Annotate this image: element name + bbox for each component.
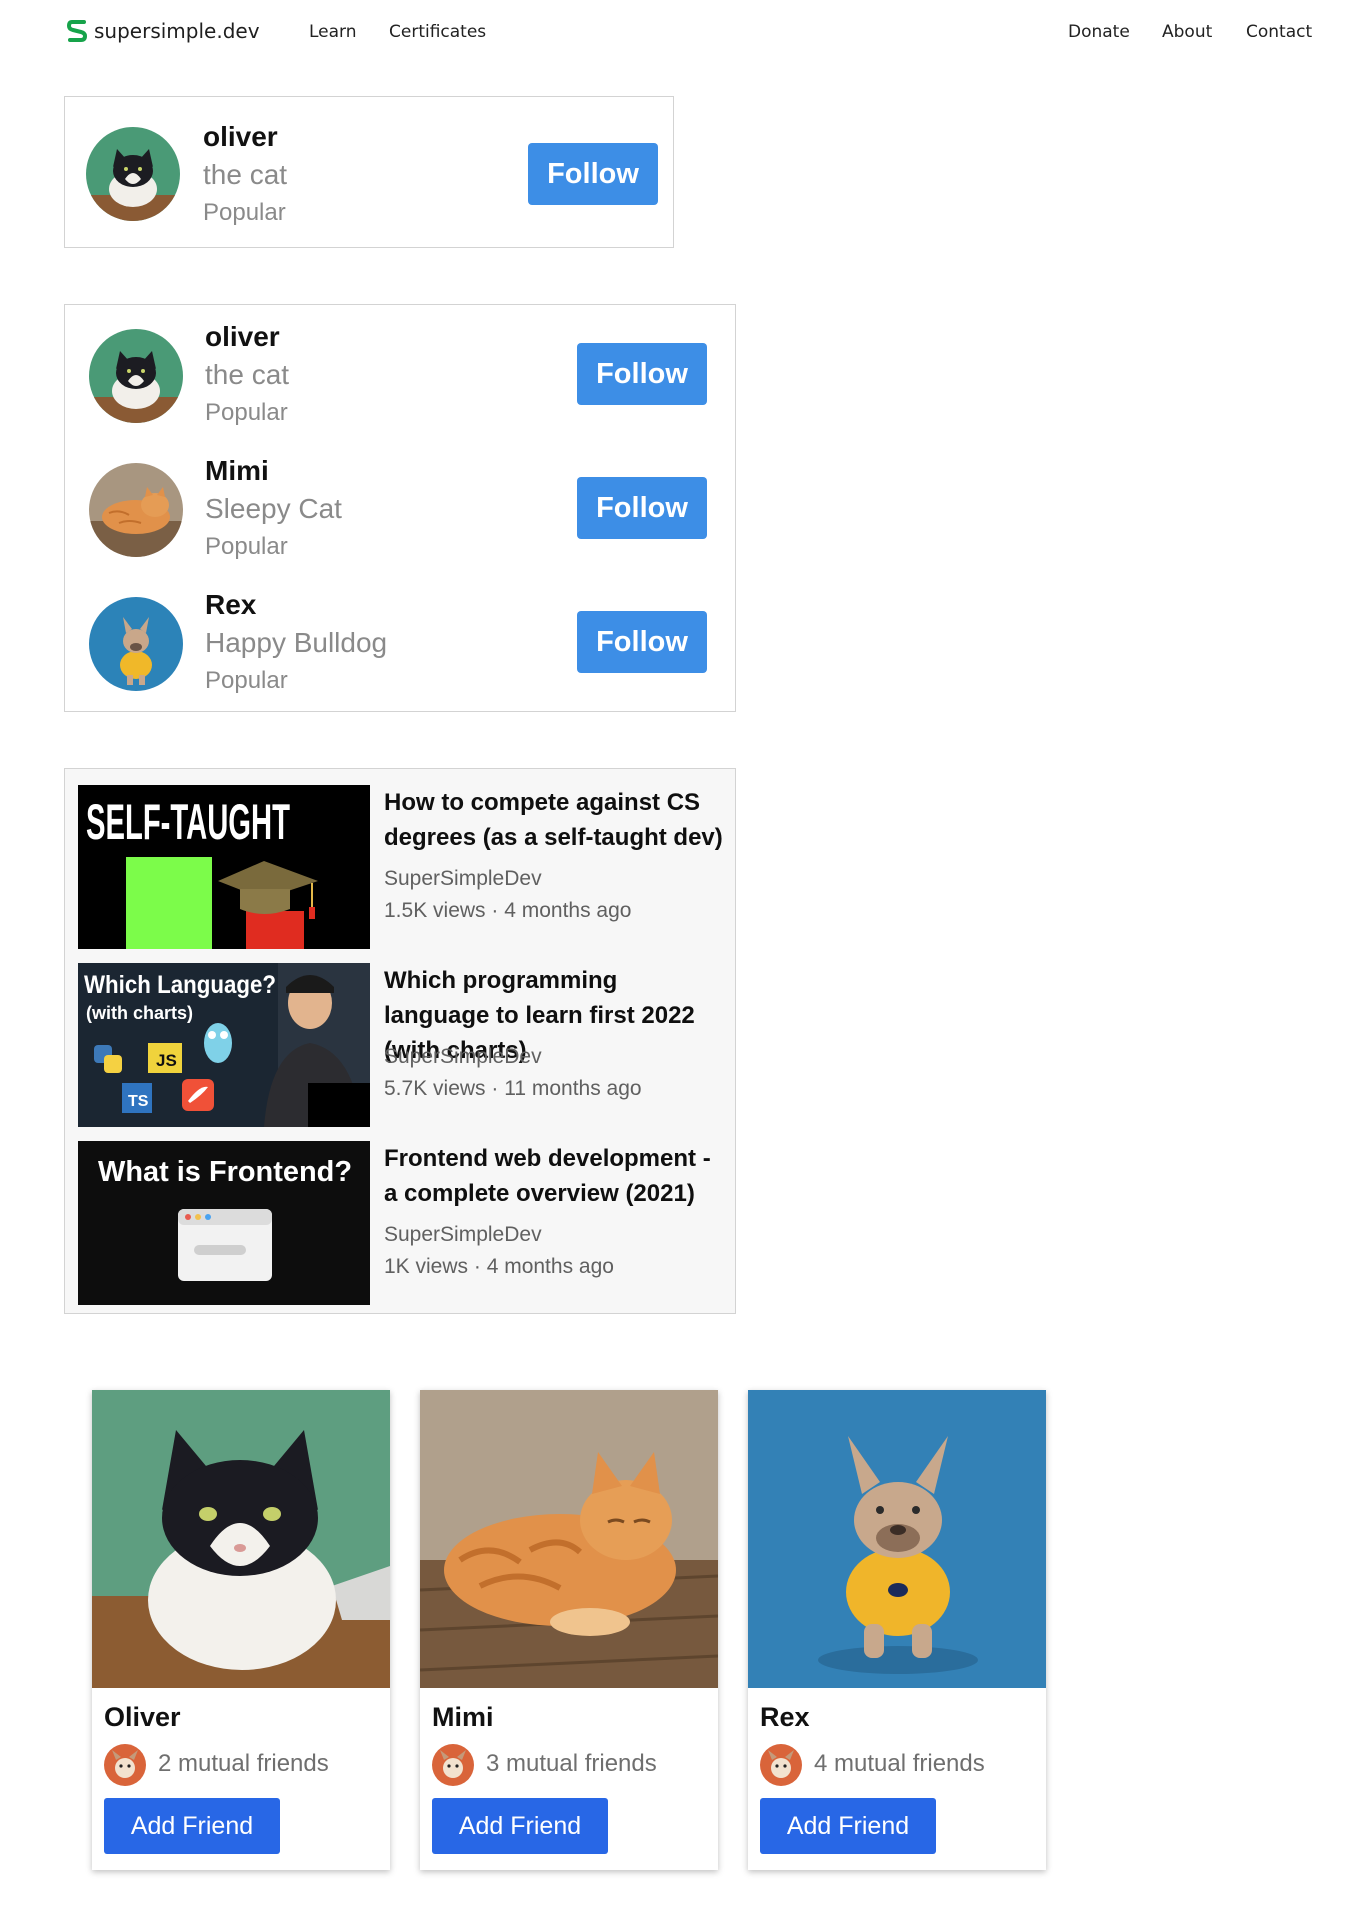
video-title[interactable]: Frontend web development - a complete ov… xyxy=(384,1141,728,1211)
add-friend-button[interactable]: Add Friend xyxy=(104,1798,280,1854)
video-channel[interactable]: SuperSimpleDev xyxy=(384,867,542,891)
nav-link-certificates[interactable]: Certificates xyxy=(389,22,486,42)
profile-avatar-oliver xyxy=(89,329,183,423)
nav-link-contact[interactable]: Contact xyxy=(1246,22,1312,42)
friend-photo-rex xyxy=(748,1390,1046,1688)
video-item[interactable]: Which Language? (with charts) JS TS Whic… xyxy=(78,963,728,1127)
friend-photo-oliver xyxy=(92,1390,390,1688)
profile-card: oliver the cat Popular Follow xyxy=(64,96,674,248)
profile-name: oliver xyxy=(203,121,278,152)
profile-meta: Popular xyxy=(205,533,288,560)
friend-photo-mimi xyxy=(420,1390,718,1688)
follow-button[interactable]: Follow xyxy=(577,611,707,673)
video-stats: 1K views · 4 months ago xyxy=(384,1255,614,1278)
mutual-friend-avatar xyxy=(432,1744,474,1786)
thumbnail-title: What is Frontend? xyxy=(98,1156,352,1188)
profile-description: the cat xyxy=(205,359,290,390)
video-channel[interactable]: SuperSimpleDev xyxy=(384,1045,542,1069)
follow-button[interactable]: Follow xyxy=(528,143,658,205)
video-item[interactable]: SELF-TAUGHT How to compete against CS de… xyxy=(78,785,728,949)
video-list: SELF-TAUGHT How to compete against CS de… xyxy=(64,768,736,1314)
profile-row-rex: Rex Happy Bulldog Popular Follow xyxy=(65,573,735,707)
video-thumbnail[interactable]: Which Language? (with charts) JS TS xyxy=(78,963,370,1127)
add-friend-button[interactable]: Add Friend xyxy=(432,1798,608,1854)
profile-avatar-rex xyxy=(89,597,183,691)
top-navigation: supersimple.dev Learn Certificates Donat… xyxy=(0,0,1366,64)
friend-name: Oliver xyxy=(104,1702,181,1732)
profile-row-oliver: oliver the cat Popular Follow xyxy=(65,305,735,439)
mutual-friends-count: 4 mutual friends xyxy=(814,1750,985,1777)
thumbnail-title: SELF-TAUGHT xyxy=(86,794,290,850)
friend-card-oliver: Oliver 2 mutual friends Add Friend xyxy=(92,1390,390,1870)
mutual-friend-avatar xyxy=(760,1744,802,1786)
mutual-friends-count: 3 mutual friends xyxy=(486,1750,657,1777)
thumbnail-title: Which Language? xyxy=(84,971,276,999)
video-channel[interactable]: SuperSimpleDev xyxy=(384,1223,542,1247)
mutual-friend-avatar xyxy=(104,1744,146,1786)
friend-name: Rex xyxy=(760,1702,810,1732)
profile-description: Sleepy Cat xyxy=(205,493,342,524)
thumbnail-subtitle: (with charts) xyxy=(86,1003,193,1023)
nav-link-learn[interactable]: Learn xyxy=(309,22,357,42)
video-title[interactable]: How to compete against CS degrees (as a … xyxy=(384,785,728,855)
follow-button[interactable]: Follow xyxy=(577,343,707,405)
profile-meta: Popular xyxy=(205,399,288,426)
mutual-friends-count: 2 mutual friends xyxy=(158,1750,329,1777)
video-item[interactable]: What is Frontend? Frontend web developme… xyxy=(78,1141,728,1305)
profile-description: Happy Bulldog xyxy=(205,627,388,658)
profile-list-card: oliver the cat Popular Follow Mimi Sleep… xyxy=(64,304,736,712)
profile-meta: Popular xyxy=(205,667,288,694)
friend-card-rex: Rex 4 mutual friends Add Friend xyxy=(748,1390,1046,1870)
add-friend-button[interactable]: Add Friend xyxy=(760,1798,936,1854)
video-thumbnail[interactable]: What is Frontend? xyxy=(78,1141,370,1305)
video-thumbnail[interactable]: SELF-TAUGHT xyxy=(78,785,370,949)
profile-row-mimi: Mimi Sleepy Cat Popular Follow xyxy=(65,439,735,573)
profile-name: Rex xyxy=(205,589,257,620)
friend-name: Mimi xyxy=(432,1702,494,1732)
logo-icon xyxy=(66,20,88,42)
nav-link-donate[interactable]: Donate xyxy=(1068,22,1130,42)
follow-button[interactable]: Follow xyxy=(577,477,707,539)
svg-text:JS: JS xyxy=(156,1051,177,1070)
svg-text:TS: TS xyxy=(128,1093,149,1110)
profile-description: the cat xyxy=(203,159,288,190)
video-stats: 5.7K views · 11 months ago xyxy=(384,1077,642,1100)
profile-meta: Popular xyxy=(203,199,286,226)
profile-name: oliver xyxy=(205,321,280,352)
logo-link[interactable]: supersimple.dev xyxy=(66,18,260,44)
video-stats: 1.5K views · 4 months ago xyxy=(384,899,632,922)
friend-card-mimi: Mimi 3 mutual friends Add Friend xyxy=(420,1390,718,1870)
logo-text: supersimple.dev xyxy=(94,19,260,43)
profile-avatar-oliver xyxy=(86,127,180,221)
profile-name: Mimi xyxy=(205,455,269,486)
profile-avatar-mimi xyxy=(89,463,183,557)
nav-link-about[interactable]: About xyxy=(1162,22,1212,42)
